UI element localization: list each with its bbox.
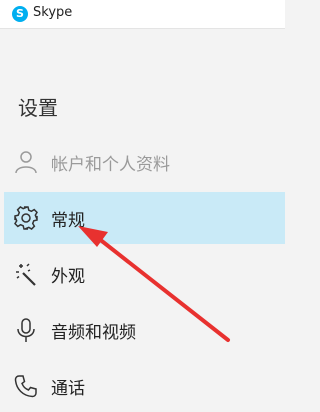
gear-icon — [13, 205, 39, 231]
title-bar: S Skype — [0, 0, 285, 29]
magic-wand-icon — [13, 261, 39, 287]
settings-item-account-profile[interactable]: 帐户和个人资料 — [4, 136, 285, 188]
settings-item-label: 音频和视频 — [51, 323, 136, 343]
microphone-icon — [13, 317, 39, 343]
page-title: 设置 — [18, 96, 58, 120]
skype-logo-icon: S — [12, 6, 28, 22]
phone-icon — [13, 373, 39, 399]
settings-item-label: 外观 — [51, 267, 85, 287]
settings-item-label: 常规 — [51, 211, 85, 231]
settings-item-label: 通话 — [51, 379, 85, 399]
person-icon — [13, 149, 39, 175]
settings-item-general[interactable]: 常规 — [4, 192, 285, 244]
settings-item-calling[interactable]: 通话 — [4, 360, 285, 412]
settings-item-audio-video[interactable]: 音频和视频 — [4, 304, 285, 356]
window-title: Skype — [33, 5, 73, 20]
settings-item-label: 帐户和个人资料 — [51, 155, 170, 175]
settings-item-appearance[interactable]: 外观 — [4, 248, 285, 300]
